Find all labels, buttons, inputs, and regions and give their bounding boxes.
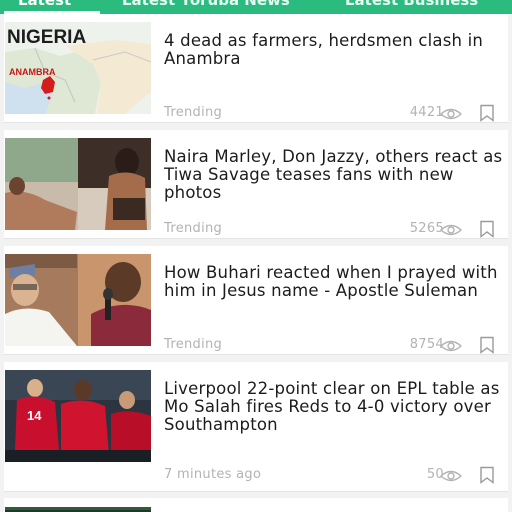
article-card[interactable] — [4, 498, 508, 512]
news-app: Latest Latest Yoruba News Latest Busines… — [0, 0, 512, 512]
card-divider — [4, 122, 508, 123]
tab-latest-business[interactable]: Latest Business — [345, 0, 478, 9]
article-headline[interactable]: Liverpool 22-point clear on EPL table as… — [164, 380, 504, 434]
article-card[interactable]: NIGERIA ANAMBRA 4 dead as farmers, herds… — [4, 14, 508, 123]
article-thumbnail-photo[interactable]: 14 — [5, 370, 151, 462]
celebrity-photos-image — [5, 138, 151, 230]
article-meta: 7 minutes ago — [164, 467, 262, 482]
svg-text:14: 14 — [27, 408, 42, 423]
article-image-partial — [5, 507, 151, 512]
article-meta: Trending — [164, 337, 223, 352]
tab-latest[interactable]: Latest — [18, 0, 71, 9]
article-headline[interactable]: How Buhari reacted when I prayed with hi… — [164, 264, 504, 300]
article-meta: Trending — [164, 221, 223, 236]
article-card[interactable]: 14 Liverpool 22-point clear on EPL table… — [4, 362, 508, 492]
bookmark-icon[interactable] — [478, 104, 496, 122]
map-region-label: ANAMBRA — [9, 67, 56, 77]
eye-icon — [439, 468, 463, 482]
tab-bar: Latest Latest Yoruba News Latest Busines… — [0, 0, 512, 14]
article-card[interactable]: Naira Marley, Don Jazzy, others react as… — [4, 130, 508, 239]
article-headline[interactable]: 4 dead as farmers, herdsmen clash in Ana… — [164, 32, 504, 68]
card-divider — [4, 238, 508, 239]
eye-icon — [439, 106, 463, 120]
buhari-suleman-image — [5, 254, 151, 346]
view-count: 5265 — [409, 221, 444, 236]
card-divider — [4, 491, 508, 492]
tab-latest-yoruba-news[interactable]: Latest Yoruba News — [122, 0, 290, 9]
view-count: 4421 — [409, 105, 444, 120]
bookmark-icon[interactable] — [478, 336, 496, 354]
view-count: 8754 — [409, 337, 444, 352]
article-thumbnail-photo[interactable] — [5, 502, 151, 512]
article-meta: Trending — [164, 105, 223, 120]
article-headline[interactable]: Naira Marley, Don Jazzy, others react as… — [164, 148, 504, 202]
map-country-label: NIGERIA — [7, 27, 86, 48]
eye-icon — [439, 222, 463, 236]
card-divider — [4, 354, 508, 355]
bookmark-icon[interactable] — [478, 220, 496, 238]
eye-icon — [439, 338, 463, 352]
bookmark-icon[interactable] — [478, 466, 496, 484]
liverpool-players-image: 14 — [5, 370, 151, 462]
article-thumbnail-photos[interactable] — [5, 254, 151, 346]
nigeria-map-image: NIGERIA ANAMBRA — [5, 22, 151, 114]
article-thumbnail-photos[interactable] — [5, 138, 151, 230]
article-card[interactable]: How Buhari reacted when I prayed with hi… — [4, 246, 508, 355]
article-thumbnail-map[interactable]: NIGERIA ANAMBRA — [5, 22, 151, 114]
